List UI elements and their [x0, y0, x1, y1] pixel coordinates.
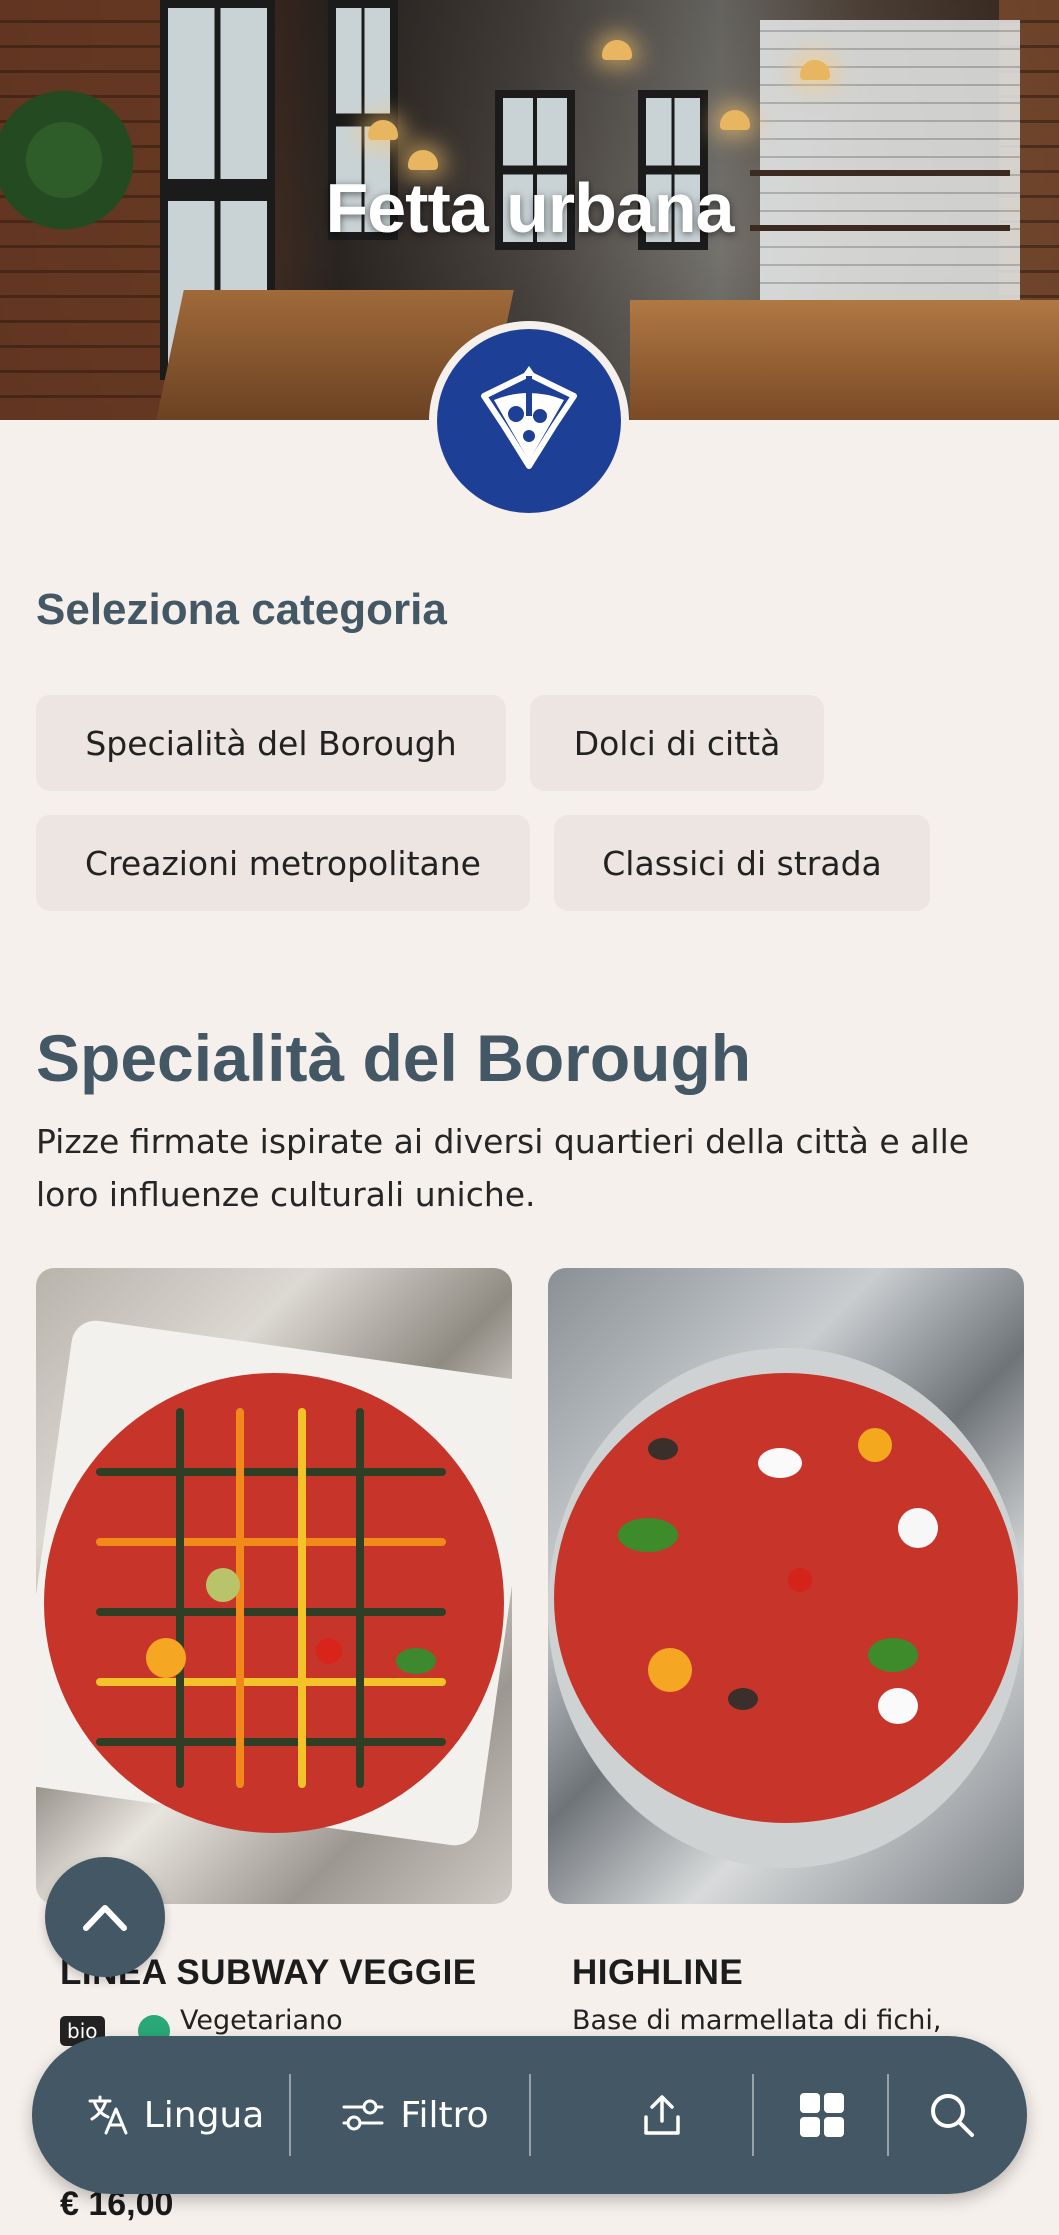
- egg-white: [878, 1688, 918, 1724]
- egg-white: [898, 1508, 938, 1548]
- bottom-action-bar: Lingua Filtro: [32, 2036, 1027, 2194]
- filter-button[interactable]: Filtro: [302, 2036, 527, 2194]
- share-button[interactable]: [612, 2036, 712, 2194]
- search-icon: [931, 2094, 974, 2137]
- chevron-up-icon: [83, 1905, 127, 1931]
- category-chip-dolci[interactable]: Dolci di città: [530, 695, 824, 791]
- zucchini: [206, 1568, 240, 1602]
- asparagus: [96, 1468, 446, 1476]
- translate-icon: [88, 2095, 128, 2135]
- asparagus: [96, 1738, 446, 1746]
- pepper-strip: [96, 1538, 446, 1546]
- tomato: [788, 1568, 812, 1592]
- category-chip-borough[interactable]: Specialità del Borough: [36, 695, 506, 791]
- basil: [868, 1638, 918, 1672]
- diet-label: Vegetariano: [180, 2005, 343, 2036]
- category-chip-classici[interactable]: Classici di strada: [554, 815, 930, 911]
- lamp: [408, 150, 438, 170]
- divider: [529, 2074, 531, 2156]
- restaurant-name: Fetta urbana: [325, 169, 734, 247]
- product-image-highline[interactable]: [548, 1268, 1024, 1904]
- pizza: [44, 1373, 504, 1833]
- olive: [648, 1438, 678, 1460]
- grid-icon: [800, 2093, 844, 2137]
- category-chip-metropolitane[interactable]: Creazioni metropolitane: [36, 815, 530, 911]
- egg-yolk: [146, 1638, 186, 1678]
- egg-white: [758, 1448, 802, 1478]
- tile-wall: [760, 20, 1020, 300]
- divider: [752, 2074, 754, 2156]
- select-category-label: Seleziona categoria: [36, 585, 447, 634]
- pepper-strip: [298, 1408, 306, 1788]
- category-title: Specialità del Borough: [36, 1021, 752, 1095]
- divider: [887, 2074, 889, 2156]
- bar-counter: [630, 300, 1059, 420]
- filter-icon: [342, 2099, 384, 2131]
- language-button[interactable]: Lingua: [70, 2036, 280, 2194]
- share-icon: [644, 2095, 680, 2135]
- language-label: Lingua: [143, 2094, 265, 2136]
- scroll-top-button[interactable]: [45, 1857, 165, 1977]
- basil: [396, 1648, 436, 1674]
- restaurant-logo: [437, 329, 621, 513]
- product-name[interactable]: HIGHLINE: [572, 1953, 743, 1993]
- egg-yolk: [648, 1648, 692, 1692]
- asparagus: [356, 1408, 364, 1788]
- lamp: [602, 40, 632, 60]
- category-description: Pizze firmate ispirate ai diversi quarti…: [36, 1122, 970, 1214]
- asparagus: [96, 1608, 446, 1616]
- pepper-strip: [236, 1408, 244, 1788]
- egg-yolk: [858, 1428, 892, 1462]
- filter-label: Filtro: [400, 2094, 489, 2136]
- lamp: [720, 110, 750, 130]
- pizza-logo-icon: [481, 366, 577, 469]
- basil: [618, 1518, 678, 1552]
- product-description: Base di marmellata di fichi,: [572, 2005, 942, 2036]
- pepper-strip: [96, 1678, 446, 1686]
- tomato: [316, 1638, 342, 1664]
- product-image-subway-veggie[interactable]: [36, 1268, 512, 1904]
- search-button[interactable]: [902, 2036, 1002, 2194]
- olive: [728, 1688, 758, 1710]
- pizza: [554, 1373, 1018, 1823]
- asparagus: [176, 1408, 184, 1788]
- grid-view-button[interactable]: [772, 2036, 872, 2194]
- divider: [289, 2074, 291, 2156]
